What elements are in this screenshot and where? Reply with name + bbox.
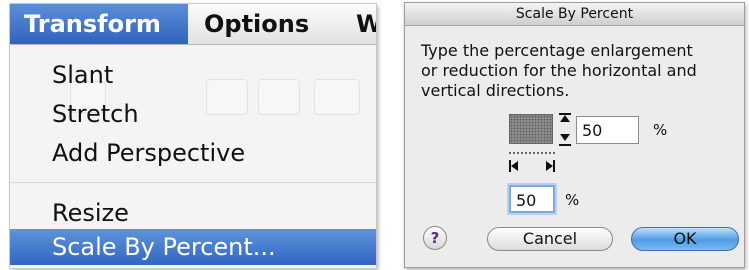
preview-swatch	[509, 114, 553, 144]
menu-separator	[10, 182, 376, 183]
arrow-up-icon[interactable]	[560, 115, 570, 122]
prompt-line: Type the percentage enlargement	[421, 41, 693, 60]
horizontal-percent-input[interactable]: 50	[509, 185, 555, 213]
horizontal-stepper[interactable]	[509, 152, 555, 174]
vertical-percent-label: %	[653, 121, 668, 139]
transform-dropdown: Slant Stretch Add Perspective Resize Sca…	[10, 45, 376, 268]
arrow-right-icon[interactable]	[546, 161, 553, 171]
ok-button[interactable]: OK	[631, 227, 739, 251]
menu-item-slant[interactable]: Slant	[10, 57, 376, 93]
menu-bar: Transform Options W	[10, 4, 376, 45]
arrow-left-icon[interactable]	[511, 161, 518, 171]
menu-item-scale-by-percent[interactable]: Scale By Percent...	[10, 229, 376, 265]
dialog-title: Scale By Percent	[405, 3, 744, 26]
prompt-line: vertical directions.	[421, 81, 570, 100]
menubar-transform[interactable]: Transform	[10, 4, 188, 44]
cancel-button[interactable]: Cancel	[487, 227, 613, 251]
menubar-window-partial[interactable]: W	[356, 4, 376, 44]
dialog-prompt: Type the percentage enlargement or reduc…	[421, 41, 741, 101]
scale-by-percent-dialog: Scale By Percent Type the percentage enl…	[404, 2, 745, 268]
menu-item-resize[interactable]: Resize	[10, 195, 376, 231]
arrow-down-icon[interactable]	[560, 134, 570, 141]
menu-item-stretch[interactable]: Stretch	[10, 96, 376, 132]
stepper-guide	[509, 152, 555, 154]
stepper-bar	[559, 144, 571, 146]
transform-menu-screenshot: Transform Options W Slant Stretch Add Pe…	[10, 4, 376, 268]
help-button[interactable]: ?	[423, 226, 447, 250]
vertical-percent-input[interactable]: 50	[576, 116, 639, 144]
menubar-options[interactable]: Options	[204, 4, 309, 44]
prompt-line: or reduction for the horizontal and	[421, 61, 697, 80]
menu-item-add-perspective[interactable]: Add Perspective	[10, 135, 376, 171]
stepper-bar	[553, 160, 555, 172]
horizontal-percent-label: %	[565, 191, 580, 209]
vertical-stepper[interactable]	[558, 113, 572, 147]
